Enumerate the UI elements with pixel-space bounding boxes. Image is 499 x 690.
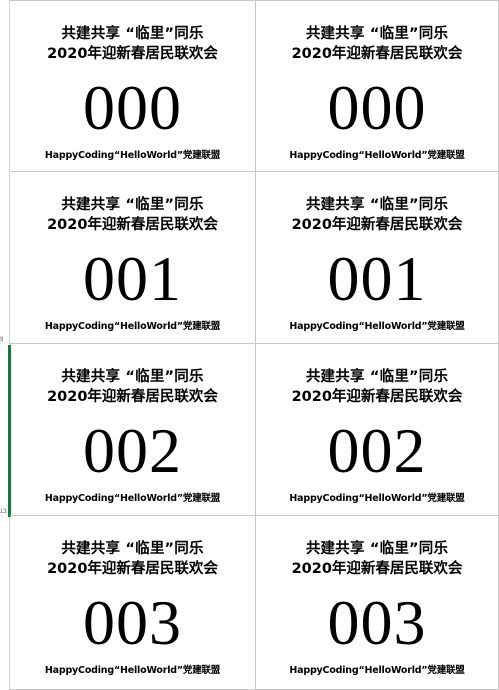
ticket-organizer: HappyCoding“HelloWorld”党建联盟 [44,493,221,504]
spreadsheet-sheet: 9 13 共建共享 “临里”同乐 2020年迎新春居民联欢会 000 Happy… [0,0,499,690]
ticket-cell[interactable]: 共建共享 “临里”同乐 2020年迎新春居民联欢会 003 HappyCodin… [10,516,256,690]
ticket-number: 002 [83,415,182,486]
ticket-number: 003 [83,587,182,658]
ticket-organizer: HappyCoding“HelloWorld”党建联盟 [289,150,465,161]
ticket-cell[interactable]: 共建共享 “临里”同乐 2020年迎新春居民联欢会 001 HappyCodin… [10,172,256,344]
ticket-cell[interactable]: 共建共享 “临里”同乐 2020年迎新春居民联欢会 003 HappyCodin… [256,516,499,690]
row-header-number[interactable]: 9 [0,337,10,343]
ticket-number: 001 [327,243,427,314]
ticket-number: 003 [327,587,427,658]
ticket-number: 000 [327,72,427,143]
ticket-organizer: HappyCoding“HelloWorld”党建联盟 [44,665,221,676]
ticket-number: 000 [83,72,182,143]
ticket-title-line: 共建共享 “临里”同乐 [61,541,204,557]
ticket-title-line: 共建共享 “临里”同乐 [305,26,449,42]
ticket-event-line: 2020年迎新春居民联欢会 [47,46,218,62]
ticket-cell[interactable]: 共建共享 “临里”同乐 2020年迎新春居民联欢会 001 HappyCodin… [256,172,499,344]
ticket-number: 001 [83,243,182,314]
ticket-event-line: 2020年迎新春居民联欢会 [291,46,463,62]
ticket-cell[interactable]: 共建共享 “临里”同乐 2020年迎新春居民联欢会 002 HappyCodin… [256,344,499,516]
ticket-event-line: 2020年迎新春居民联欢会 [291,561,463,577]
ticket-event-line: 2020年迎新春居民联欢会 [47,217,218,233]
ticket-event-line: 2020年迎新春居民联欢会 [47,561,218,577]
row-header-gutter[interactable]: 9 13 [0,0,11,690]
ticket-title-line: 共建共享 “临里”同乐 [305,541,449,557]
ticket-title-line: 共建共享 “临里”同乐 [61,26,204,42]
ticket-title-line: 共建共享 “临里”同乐 [61,369,204,385]
ticket-event-line: 2020年迎新春居民联欢会 [47,389,218,405]
ticket-title-line: 共建共享 “临里”同乐 [61,197,204,213]
ticket-organizer: HappyCoding“HelloWorld”党建联盟 [44,321,221,332]
ticket-title-line: 共建共享 “临里”同乐 [305,369,449,385]
ticket-organizer: HappyCoding“HelloWorld”党建联盟 [289,321,465,332]
ticket-cell[interactable]: 共建共享 “临里”同乐 2020年迎新春居民联欢会 002 HappyCodin… [10,344,256,516]
ticket-cell[interactable]: 共建共享 “临里”同乐 2020年迎新春居民联欢会 000 HappyCodin… [10,0,256,172]
ticket-event-line: 2020年迎新春居民联欢会 [291,389,463,405]
ticket-cell[interactable]: 共建共享 “临里”同乐 2020年迎新春居民联欢会 000 HappyCodin… [256,0,499,172]
ticket-number: 002 [327,415,427,486]
ticket-organizer: HappyCoding“HelloWorld”党建联盟 [44,150,221,161]
ticket-organizer: HappyCoding“HelloWorld”党建联盟 [289,665,465,676]
ticket-event-line: 2020年迎新春居民联欢会 [291,217,463,233]
ticket-grid: 共建共享 “临里”同乐 2020年迎新春居民联欢会 000 HappyCodin… [10,0,499,690]
ticket-title-line: 共建共享 “临里”同乐 [305,197,449,213]
ticket-organizer: HappyCoding“HelloWorld”党建联盟 [289,493,465,504]
